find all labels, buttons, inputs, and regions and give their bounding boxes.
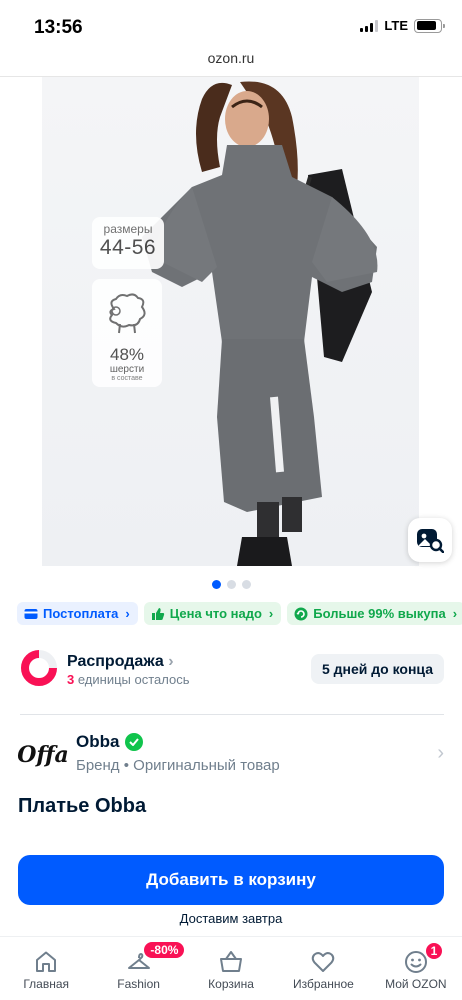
nav-fashion[interactable]: Fashion -80% xyxy=(92,937,185,1000)
wool-sublabel: в составе xyxy=(111,375,143,382)
nav-home[interactable]: Главная xyxy=(0,937,92,1000)
nav-fashion-badge: -80% xyxy=(144,942,185,958)
thumb-up-icon xyxy=(151,607,164,620)
sale-progress-icon xyxy=(21,650,57,686)
chip-buyout-label: Больше 99% выкупа xyxy=(313,606,446,621)
sale-title: Распродажа › xyxy=(67,653,174,671)
sale-banner[interactable]: Распродажа › 3 единицы осталось 5 дней д… xyxy=(20,645,444,693)
basket-icon xyxy=(220,951,243,972)
nav-profile-badge: 1 xyxy=(425,943,443,959)
chip-buyout[interactable]: Больше 99% выкупа › xyxy=(287,602,462,625)
status-indicators: LTE xyxy=(360,18,445,33)
sizes-value: 44-56 xyxy=(99,236,157,259)
status-time: 13:56 xyxy=(34,17,83,38)
image-search-button[interactable] xyxy=(408,518,452,562)
section-divider xyxy=(20,714,444,715)
image-pagination[interactable] xyxy=(0,580,462,589)
battery-icon xyxy=(414,18,445,33)
brand-name: Obba xyxy=(76,732,120,751)
battery-level xyxy=(416,21,437,30)
wool-card: 48% шерсти в составе xyxy=(92,279,162,387)
signal-icon xyxy=(360,19,379,32)
brand-logo: Offa xyxy=(17,730,69,780)
brand-subtitle: Бренд • Оригинальный товар xyxy=(76,757,280,774)
heart-icon xyxy=(312,952,335,972)
sale-count: 3 xyxy=(67,672,75,687)
image-search-icon xyxy=(417,529,444,553)
chip-good-price[interactable]: Цена что надо › xyxy=(143,602,282,625)
card-icon xyxy=(24,608,38,619)
chip-good-price-label: Цена что надо xyxy=(169,606,262,621)
sale-days-badge: 5 дней до конца xyxy=(310,654,444,684)
chip-postpay-label: Постоплата xyxy=(43,606,119,621)
product-photo[interactable]: размеры 44-56 48% шерсти в составе xyxy=(42,77,419,566)
nav-favorites[interactable]: Избранное xyxy=(277,937,369,1000)
brand-row[interactable]: Offa Obba Бренд • Оригинальный товар › xyxy=(17,728,444,780)
nav-cart[interactable]: Корзина xyxy=(185,937,277,1000)
sale-remaining-text: единицы осталось xyxy=(77,672,190,687)
verified-check-icon xyxy=(125,733,144,751)
chevron-right-icon: › xyxy=(268,606,274,621)
nav-profile-label: Мой OZON xyxy=(385,977,447,991)
refresh-icon xyxy=(294,607,308,620)
url-bar[interactable]: ozon.ru xyxy=(0,50,462,76)
chevron-right-icon: › xyxy=(452,606,458,621)
wool-percent: 48% xyxy=(109,345,145,364)
sizes-label: размеры xyxy=(103,222,153,236)
sale-title-text: Распродажа xyxy=(67,653,164,670)
network-type: LTE xyxy=(384,18,408,33)
sizes-card: размеры 44-56 xyxy=(92,217,164,269)
wool-label: шерсти xyxy=(109,364,145,375)
brand-name-row: Obba xyxy=(76,732,144,752)
product-title: Платье Obba xyxy=(18,795,147,817)
pagination-dot[interactable] xyxy=(226,580,236,589)
nav-home-label: Главная xyxy=(23,977,70,991)
chip-postpay[interactable]: Постоплата › xyxy=(17,602,138,625)
nav-fashion-label: Fashion xyxy=(117,977,160,991)
delivery-info: Доставим завтра xyxy=(179,911,283,926)
add-to-cart-button[interactable]: Добавить в корзину xyxy=(18,855,444,905)
pagination-dot[interactable] xyxy=(211,580,221,589)
feature-chips: Постоплата › Цена что надо › Больше 99% … xyxy=(17,602,462,625)
sheep-icon xyxy=(109,293,146,334)
sale-remaining: 3 единицы осталось xyxy=(67,672,190,687)
nav-cart-label: Корзина xyxy=(208,977,254,991)
chevron-right-icon: › xyxy=(437,742,444,764)
status-bar: 13:56 LTE xyxy=(0,0,462,50)
nav-favorites-label: Избранное xyxy=(293,977,354,991)
chevron-right-icon: › xyxy=(168,653,174,670)
chevron-right-icon: › xyxy=(125,606,130,621)
pagination-dot[interactable] xyxy=(241,580,251,589)
nav-profile[interactable]: Мой OZON 1 xyxy=(370,937,462,1000)
bottom-navigation: Главная Fashion -80% Корзина Избранное М… xyxy=(0,936,462,1000)
profile-icon xyxy=(404,951,427,973)
home-icon xyxy=(36,951,57,972)
